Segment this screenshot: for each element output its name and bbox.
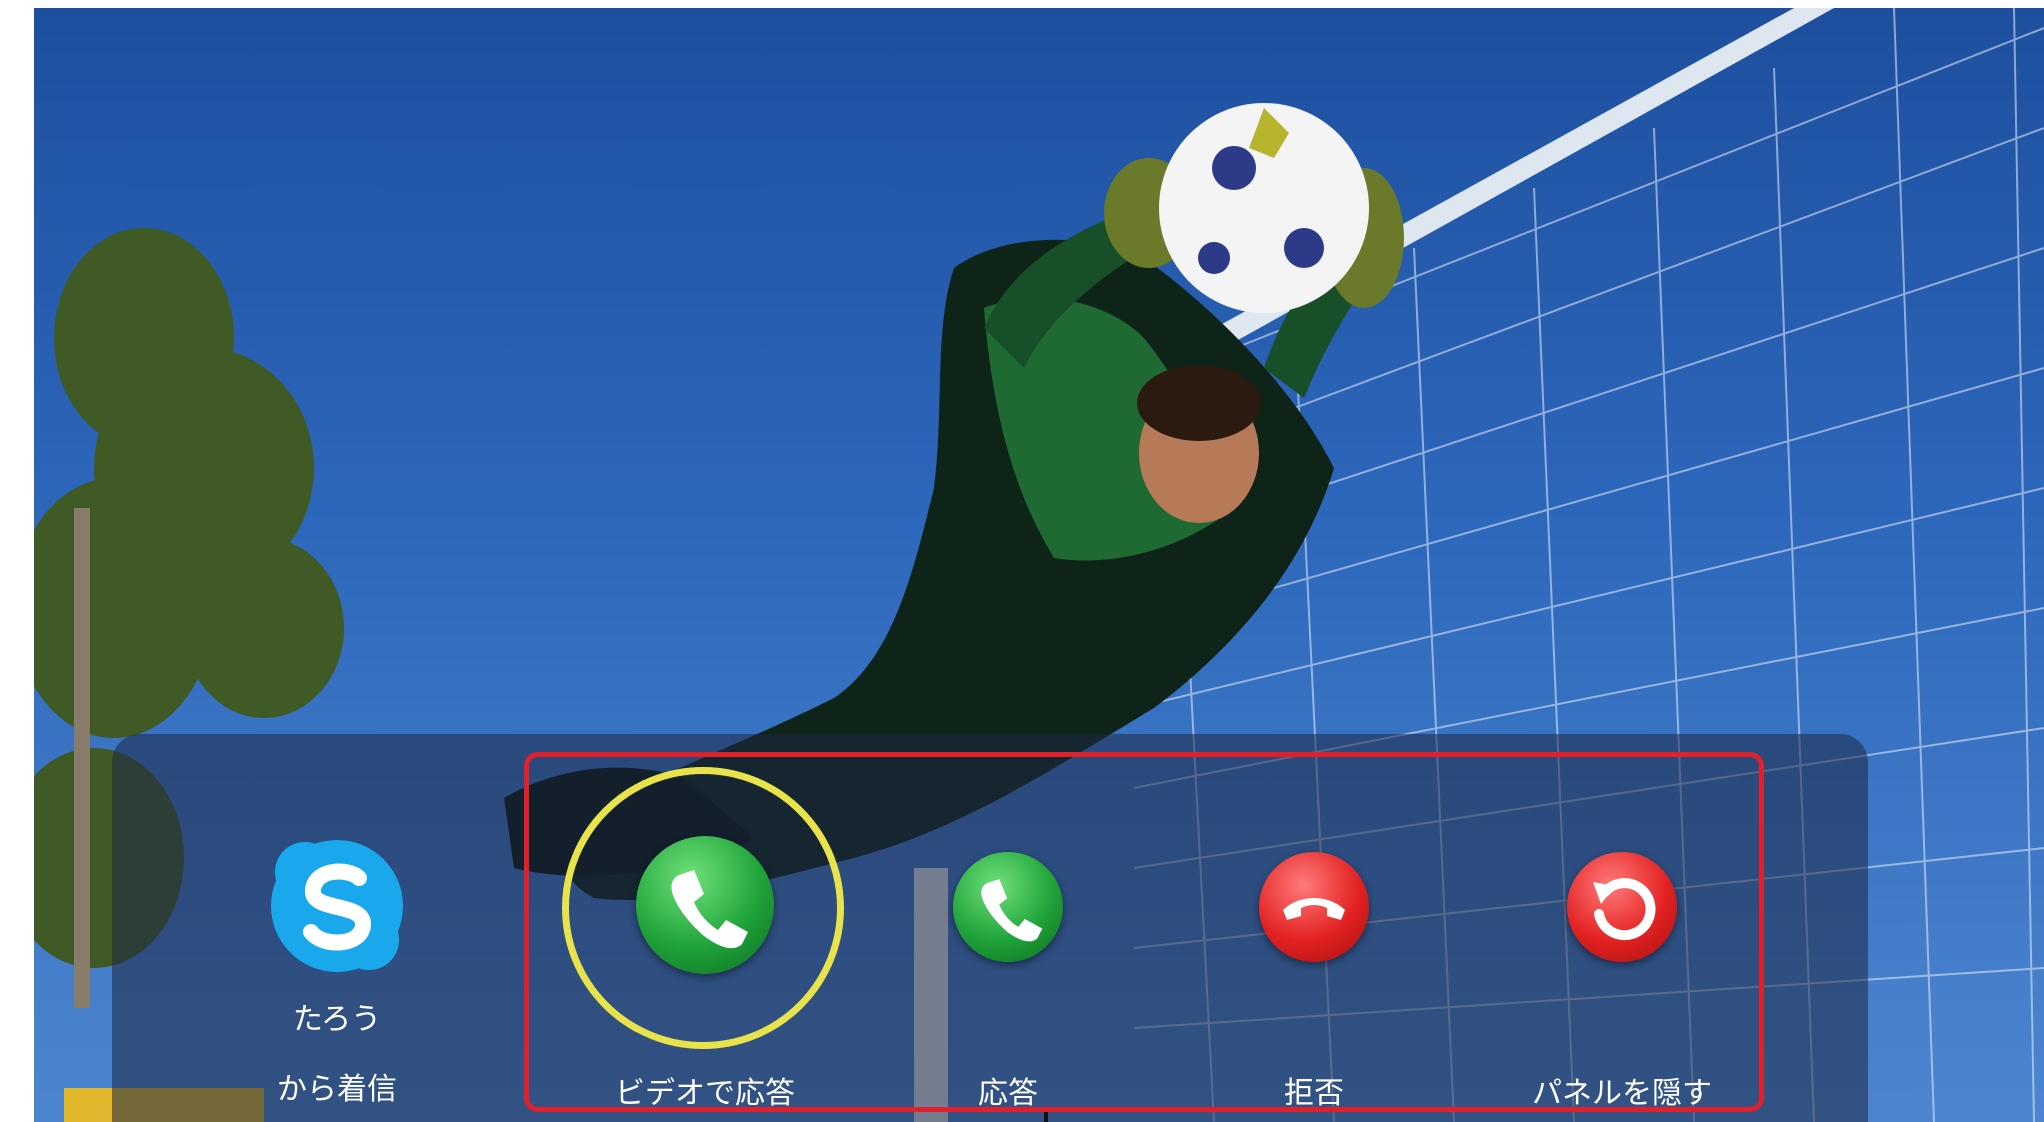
skype-icon — [267, 836, 407, 976]
video-answer-button[interactable]: ビデオで応答 — [583, 836, 827, 1111]
phone-icon — [636, 836, 774, 974]
caller-name: たろう — [292, 1002, 382, 1037]
answer-button[interactable]: 応答 — [938, 852, 1078, 1111]
reject-label: 拒否 — [1284, 1076, 1344, 1111]
phone-icon — [953, 852, 1063, 962]
video-answer-label: ビデオで応答 — [615, 1076, 795, 1111]
answer-label: 応答 — [978, 1076, 1038, 1111]
undo-icon — [1567, 852, 1677, 962]
reject-button[interactable]: 拒否 — [1244, 852, 1384, 1111]
hide-panel-button[interactable]: パネルを隠す — [1502, 852, 1742, 1111]
caller-info: たろう から着信 — [262, 836, 412, 1108]
callout-line — [1044, 1112, 1048, 1122]
hide-panel-label: パネルを隠す — [1532, 1076, 1712, 1111]
hang-up-icon — [1259, 852, 1369, 962]
incoming-call-label: から着信 — [277, 1072, 397, 1107]
